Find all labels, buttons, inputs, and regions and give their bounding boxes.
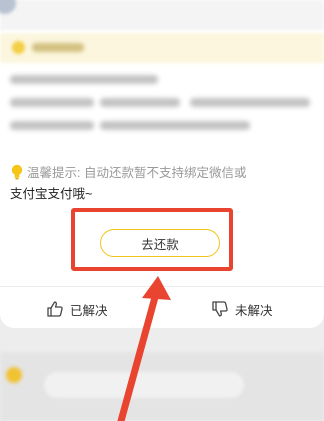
tip-text: 温馨提示: 自动还款暂不支持绑定微信或 支付宝支付哦~ [10,163,310,205]
tip-body: 自动还款暂不支持绑定微信或 [83,166,247,180]
lightbulb-icon [10,164,24,180]
blurred-input-field [44,372,244,398]
blurred-text-line [100,98,180,107]
blurred-bar-icon [6,367,22,383]
blurred-header [0,0,324,30]
blurred-notice-icon [12,41,25,54]
thumbs-up-icon [47,301,63,317]
blurred-text-line [190,98,310,107]
solved-label: 已解决 [70,303,108,318]
highlight-box [71,208,233,271]
tip-label: 温馨提示: [27,166,81,180]
answer-card: 温馨提示: 自动还款暂不支持绑定微信或 支付宝支付哦~ 去还款 已解决 未解决 [0,0,324,328]
thumbs-down-icon [212,301,228,317]
solved-button[interactable]: 已解决 [46,298,108,320]
tip-body-continued: 支付宝支付哦~ [10,187,93,201]
unsolved-label: 未解决 [235,303,273,318]
unsolved-button[interactable]: 未解决 [211,298,273,320]
blurred-text-line [100,121,250,130]
blurred-text-line [10,75,158,84]
blurred-text-line [10,121,94,130]
divider [0,286,324,287]
blurred-text-line [10,98,94,107]
blurred-notice-text [32,43,84,52]
